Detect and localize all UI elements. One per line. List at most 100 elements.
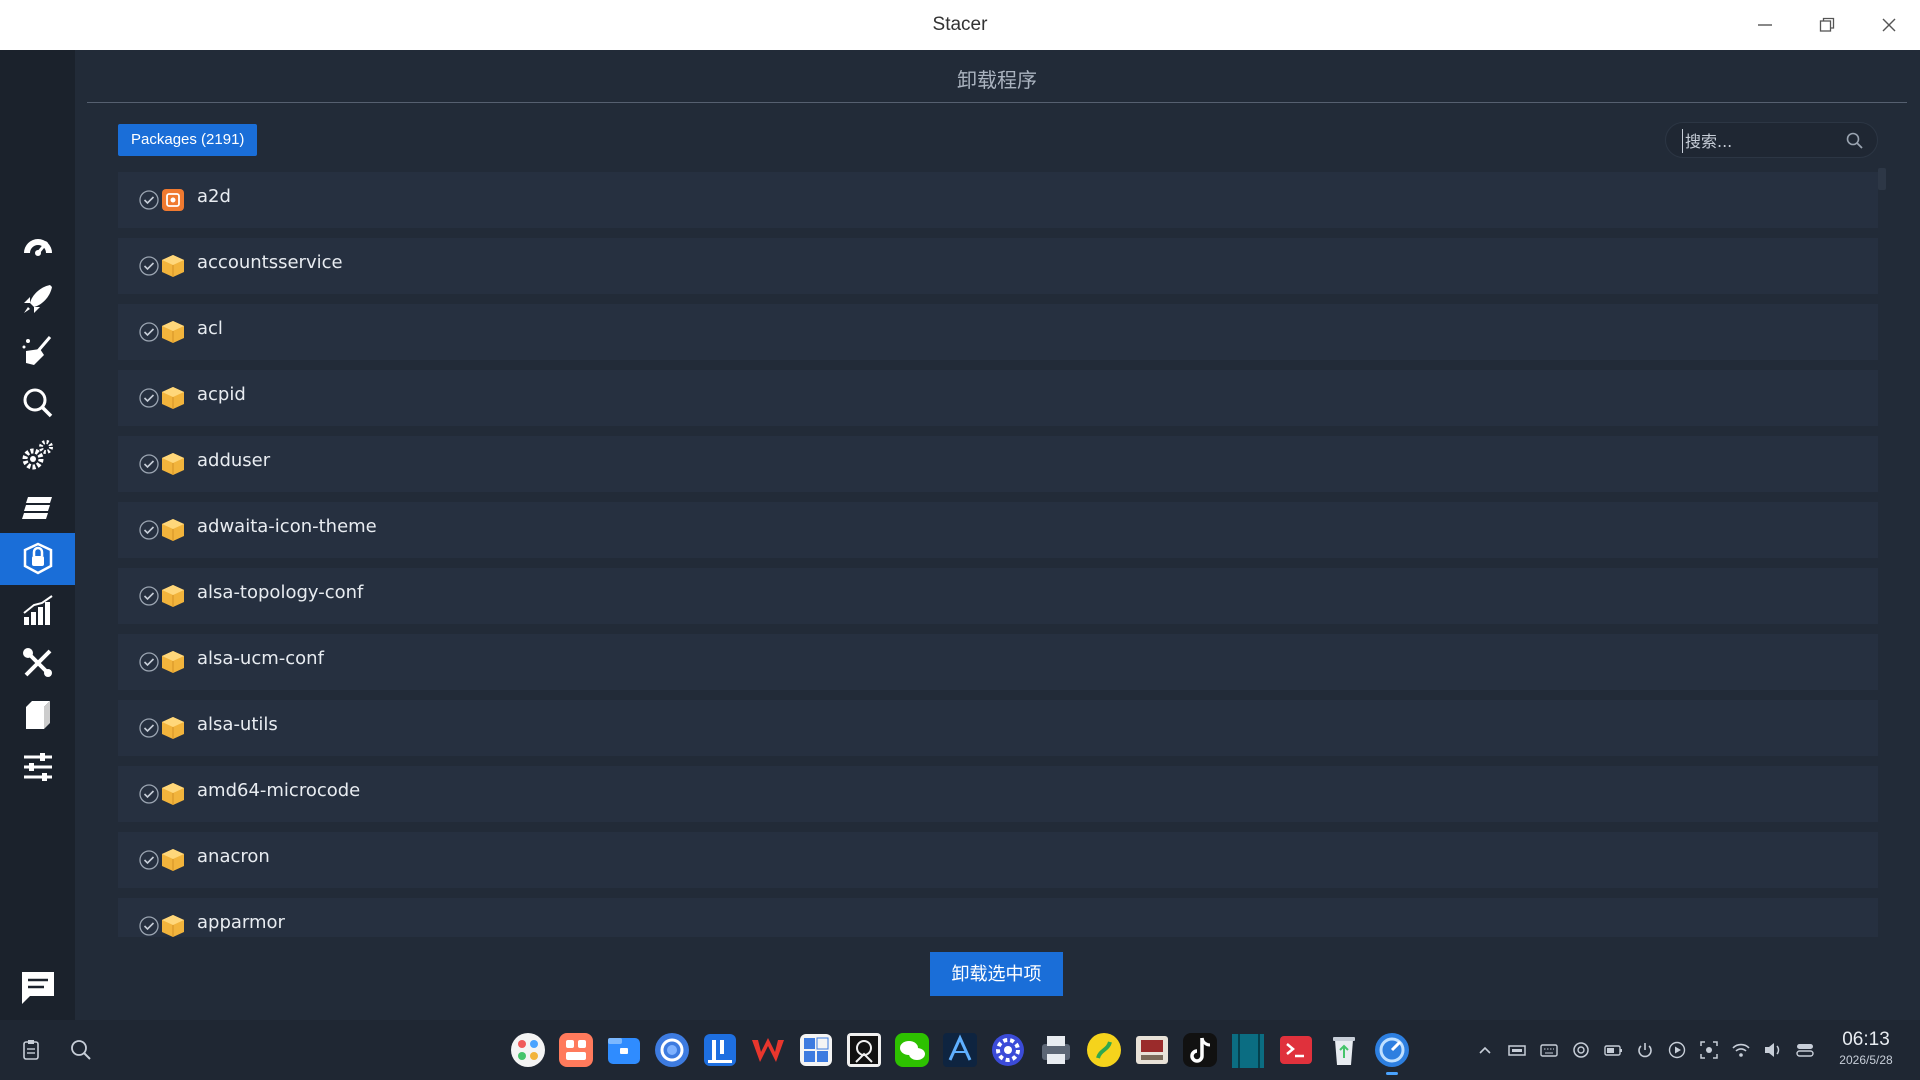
bar-chart-icon [22, 595, 53, 625]
app-store-icon[interactable] [556, 1030, 596, 1070]
package-list[interactable]: a2d accountsservice acl acpid adduser ad… [118, 172, 1883, 937]
clock-date: 2026/5/28 [1839, 1053, 1893, 1067]
list-item[interactable]: accountsservice [118, 238, 1878, 294]
taskbar-search-icon[interactable] [68, 1037, 94, 1063]
maximize-button[interactable] [1807, 10, 1847, 40]
terminal-icon[interactable] [1276, 1030, 1316, 1070]
list-scrollbar[interactable] [1878, 168, 1886, 190]
sidebar-item-apt-repository[interactable] [0, 689, 75, 741]
package-name: adwaita-icon-theme [197, 516, 377, 537]
checkbox-checked-icon[interactable] [138, 849, 160, 871]
uninstall-selected-button[interactable]: 卸载选中项 [930, 952, 1063, 996]
sidebar-item-system-cleaner[interactable] [0, 325, 75, 377]
tiktok-icon[interactable] [1180, 1030, 1220, 1070]
checkbox-checked-icon[interactable] [138, 321, 160, 343]
volume-icon[interactable] [1762, 1039, 1784, 1061]
list-item[interactable]: a2d [118, 172, 1878, 228]
list-item[interactable]: adduser [118, 436, 1878, 492]
clipboard-icon[interactable] [18, 1037, 44, 1063]
search-icon [23, 388, 52, 418]
app-icon [162, 189, 184, 211]
control-center-icon[interactable] [1794, 1039, 1816, 1061]
list-item[interactable]: anacron [118, 832, 1878, 888]
system-settings-icon[interactable] [988, 1030, 1028, 1070]
nvidia-icon[interactable] [1506, 1039, 1528, 1061]
trash-icon[interactable] [1324, 1030, 1364, 1070]
launcher-icon[interactable] [508, 1030, 548, 1070]
screenshot-tool-icon[interactable] [1132, 1030, 1172, 1070]
notes-app-icon[interactable] [700, 1030, 740, 1070]
list-item[interactable]: acl [118, 304, 1878, 360]
package-name: a2d [197, 186, 231, 207]
battery-icon[interactable] [1602, 1039, 1624, 1061]
package-icon [162, 717, 184, 739]
search-input[interactable] [1682, 129, 1842, 153]
checkbox-checked-icon[interactable] [138, 915, 160, 937]
sidebar-item-startup-apps[interactable] [0, 273, 75, 325]
box-icon [25, 701, 50, 729]
list-item[interactable]: adwaita-icon-theme [118, 502, 1878, 558]
checkbox-checked-icon[interactable] [138, 519, 160, 541]
calculator-icon[interactable] [796, 1030, 836, 1070]
minimize-icon [1758, 24, 1772, 26]
stacer-icon[interactable] [1372, 1030, 1412, 1070]
checkbox-checked-icon[interactable] [138, 255, 160, 277]
sidebar-item-processes[interactable] [0, 481, 75, 533]
checkbox-checked-icon[interactable] [138, 717, 160, 739]
minimize-button[interactable] [1745, 10, 1785, 40]
terminal-game-icon[interactable] [844, 1030, 884, 1070]
list-item[interactable]: acpid [118, 370, 1878, 426]
music-player-icon[interactable] [1084, 1030, 1124, 1070]
package-name: acl [197, 318, 223, 339]
chevron-up-icon[interactable] [1474, 1039, 1496, 1061]
power-icon[interactable] [1634, 1039, 1656, 1061]
main-content: 卸载程序 Packages (2191) a2d accountsservice… [75, 50, 1920, 1020]
package-name: alsa-ucm-conf [197, 648, 324, 669]
sidebar-item-settings[interactable] [0, 741, 75, 793]
package-name: acpid [197, 384, 246, 405]
speedometer-icon [23, 239, 52, 256]
list-item[interactable]: alsa-ucm-conf [118, 634, 1878, 690]
browser-icon[interactable] [652, 1030, 692, 1070]
window-title: Stacer [932, 14, 988, 35]
page-title: 卸载程序 [957, 68, 1037, 92]
package-lock-icon [23, 542, 52, 575]
checkbox-checked-icon[interactable] [138, 651, 160, 673]
book-reader-icon[interactable] [1228, 1030, 1268, 1070]
sidebar-item-uninstaller[interactable] [0, 533, 75, 585]
openai-icon[interactable] [1570, 1039, 1592, 1061]
list-item[interactable]: amd64-microcode [118, 766, 1878, 822]
sidebar-item-helpers[interactable] [0, 637, 75, 689]
sidebar-item-search[interactable] [0, 377, 75, 429]
sidebar [0, 50, 75, 1020]
search-icon[interactable] [1845, 131, 1865, 151]
text-editor-icon[interactable] [940, 1030, 980, 1070]
close-button[interactable] [1869, 10, 1909, 40]
screen-capture-icon[interactable] [1698, 1039, 1720, 1061]
feedback-icon[interactable] [18, 968, 58, 1008]
list-item[interactable]: alsa-utils [118, 700, 1878, 756]
file-manager-icon[interactable] [604, 1030, 644, 1070]
tools-icon [22, 648, 52, 677]
search-box[interactable] [1665, 122, 1878, 158]
checkbox-checked-icon[interactable] [138, 585, 160, 607]
checkbox-checked-icon[interactable] [138, 387, 160, 409]
wechat-icon[interactable] [892, 1030, 932, 1070]
package-icon [162, 915, 184, 937]
package-name: accountsservice [197, 252, 343, 273]
keyboard-icon[interactable] [1538, 1039, 1560, 1061]
play-circle-icon[interactable] [1666, 1039, 1688, 1061]
wifi-icon[interactable] [1730, 1039, 1752, 1061]
clock[interactable]: 06:13 2026/5/28 [1826, 1028, 1906, 1068]
sidebar-item-dashboard[interactable] [0, 221, 75, 273]
checkbox-checked-icon[interactable] [138, 189, 160, 211]
list-item[interactable]: alsa-topology-conf [118, 568, 1878, 624]
sidebar-item-resources[interactable] [0, 585, 75, 637]
package-name: apparmor [197, 912, 285, 933]
list-item[interactable]: apparmor [118, 898, 1878, 937]
wps-office-icon[interactable] [748, 1030, 788, 1070]
checkbox-checked-icon[interactable] [138, 783, 160, 805]
printer-icon[interactable] [1036, 1030, 1076, 1070]
checkbox-checked-icon[interactable] [138, 453, 160, 475]
sidebar-item-services[interactable] [0, 429, 75, 481]
